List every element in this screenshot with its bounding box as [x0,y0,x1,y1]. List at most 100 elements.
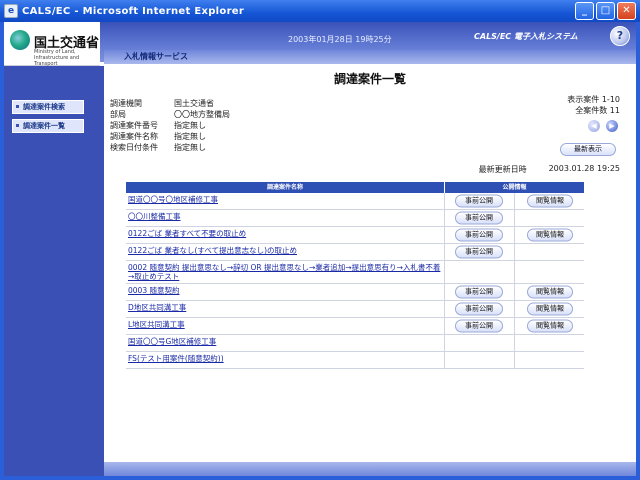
public-cell-b [514,335,584,351]
pre-announcement-button[interactable]: 事前公開 [455,211,503,225]
condition-value: 指定無し [174,143,206,152]
procurement-name-link[interactable]: 〇〇川整備工事 [126,210,444,226]
procurement-name-link[interactable]: L地区共同溝工事 [126,318,444,334]
public-cell-b [514,261,584,283]
public-cell-a: 事前公開 [444,210,514,226]
public-cell-a: 事前公開 [444,227,514,243]
view-info-button[interactable]: 閲覧情報 [527,285,573,299]
public-cell-a: 事前公開 [444,244,514,260]
public-cell-a: 事前公開 [444,301,514,317]
window-titlebar: e CALS/EC - Microsoft Internet Explorer … [0,0,640,22]
condition-row: 調達機関 国土交通省 [110,98,294,109]
public-cell-a: 事前公開 [444,318,514,334]
system-name: CALS/EC 電子入札システム [474,32,578,41]
service-label: 入札情報サービス [124,52,188,61]
public-cell-a [444,261,514,283]
table-row: 0122ごば 業者すべて不要の取止め 事前公開 閲覧情報 [126,227,584,244]
view-info-button[interactable]: 閲覧情報 [527,194,573,208]
ie-icon: e [4,4,18,18]
table-row: 0002 随意契約 提出意思なし→辞切 OR 提出意思なし→業者追加→提出意思有… [126,261,584,284]
table-body: 国道〇〇号〇地区補修工事 事前公開 閲覧情報 〇〇川整備工事 事前公開 0122ごば 業者… [126,193,584,369]
browser-content: 2003年01月28日 19時25分 CALS/EC 電子入札システム ? 国土… [4,22,636,476]
procurement-name-link[interactable]: 0122ごば 業者なし(すべて提出意志なし)の取止め [126,244,444,260]
table-row: FS(テスト用案件(随意契約)) [126,352,584,369]
last-updated-label: 最新更新日時 [478,165,527,174]
procurement-name-link[interactable]: 0003 随意契約 [126,284,444,300]
maximize-button[interactable]: □ [596,2,615,20]
column-header-public: 公開情報 [444,182,584,193]
condition-row: 検索日付条件 指定無し [110,142,294,153]
window-title: CALS/EC - Microsoft Internet Explorer [22,5,245,17]
public-cell-a: 事前公開 [444,284,514,300]
condition-key: 検索日付条件 [110,143,158,152]
table-row: 0003 随意契約 事前公開 閲覧情報 [126,284,584,301]
sidebar-item-search[interactable]: 調達案件検索 [12,100,84,114]
table-row: 0122ごば 業者なし(すべて提出意志なし)の取止め 事前公開 [126,244,584,261]
condition-row: 調達案件番号 指定無し [110,120,294,131]
condition-key: 部局 [110,110,126,119]
display-range: 表示案件 1-10 [567,95,620,104]
table-header: 調達案件名称 公開情報 [126,182,584,193]
footer-bar [104,462,636,476]
procurement-name-link[interactable]: 0122ごば 業者すべて不要の取止め [126,227,444,243]
table-row: 国道〇〇号G地区補修工事 [126,335,584,352]
pre-announcement-button[interactable]: 事前公開 [455,319,503,333]
pre-announcement-button[interactable]: 事前公開 [455,228,503,242]
sidebar: 調達案件検索 調達案件一覧 [4,66,104,476]
public-cell-b: 閲覧情報 [514,284,584,300]
service-bar: 入札情報サービス [104,50,636,64]
condition-value: 指定無し [174,121,206,130]
condition-value: 指定無し [174,132,206,141]
public-cell-b [514,244,584,260]
sidebar-item-list[interactable]: 調達案件一覧 [12,119,84,133]
pre-announcement-button[interactable]: 事前公開 [455,302,503,316]
view-info-button[interactable]: 閲覧情報 [527,228,573,242]
pre-announcement-button[interactable]: 事前公開 [455,194,503,208]
last-updated: 最新更新日時 2003.01.28 19:25 [479,164,620,175]
procurement-name-link[interactable]: 0002 随意契約 提出意思なし→辞切 OR 提出意思なし→業者追加→提出意思有… [126,261,444,283]
page-title: 調達案件一覧 [333,72,406,86]
condition-row: 部局 〇〇地方整備局 [110,109,294,120]
procurement-name-link[interactable]: FS(テスト用案件(随意契約)) [126,352,444,368]
procurement-name-link[interactable]: 国道〇〇号〇地区補修工事 [126,193,444,209]
public-cell-b: 閲覧情報 [514,318,584,334]
condition-row: 調達案件名称 指定無し [110,131,294,142]
minimize-button[interactable]: _ [575,2,594,20]
paging-info: 表示案件 1-10 全案件数 11 [567,94,620,116]
public-cell-a [444,352,514,368]
current-datetime: 2003年01月28日 19時25分 [288,35,392,44]
paging-arrows: ◀ ▶ [588,120,618,132]
condition-key: 調達案件名称 [110,132,158,141]
search-conditions: 調達機関 国土交通省 部局 〇〇地方整備局 調達案件番号 指定無し 調達案件名称 指定無… [110,98,294,153]
condition-key: 調達案件番号 [110,121,158,130]
public-cell-b: 閲覧情報 [514,301,584,317]
refresh-button[interactable]: 最新表示 [560,143,616,156]
total-count: 全案件数 11 [575,106,620,115]
next-page-icon[interactable]: ▶ [606,120,618,132]
main-content: 調達案件一覧 調達機関 国土交通省 部局 〇〇地方整備局 調達案件番号 指定無し 調達… [104,64,636,476]
ministry-logo-icon [10,30,30,50]
pre-announcement-button[interactable]: 事前公開 [455,285,503,299]
last-updated-value: 2003.01.28 19:25 [548,164,620,173]
procurement-table: 調達案件名称 公開情報 国道〇〇号〇地区補修工事 事前公開 閲覧情報 〇〇川整備工事事… [126,182,584,369]
procurement-name-link[interactable]: D地区共同溝工事 [126,301,444,317]
view-info-button[interactable]: 閲覧情報 [527,302,573,316]
view-info-button[interactable]: 閲覧情報 [527,319,573,333]
public-cell-a: 事前公開 [444,193,514,209]
table-row: 国道〇〇号〇地区補修工事 事前公開 閲覧情報 [126,193,584,210]
pre-announcement-button[interactable]: 事前公開 [455,245,503,259]
public-cell-b: 閲覧情報 [514,227,584,243]
prev-page-icon[interactable]: ◀ [588,120,600,132]
table-row: L地区共同溝工事 事前公開 閲覧情報 [126,318,584,335]
table-row: D地区共同溝工事 事前公開 閲覧情報 [126,301,584,318]
public-cell-a [444,335,514,351]
condition-key: 調達機関 [110,99,142,108]
condition-value: 国土交通省 [174,99,214,108]
procurement-name-link[interactable]: 国道〇〇号G地区補修工事 [126,335,444,351]
help-icon[interactable]: ? [610,26,630,46]
public-cell-b [514,352,584,368]
condition-value: 〇〇地方整備局 [174,110,230,119]
logo: 国土交通省 Ministry of Land, Infrastructure a… [4,22,100,67]
public-cell-b [514,210,584,226]
close-button[interactable]: ✕ [617,2,636,20]
